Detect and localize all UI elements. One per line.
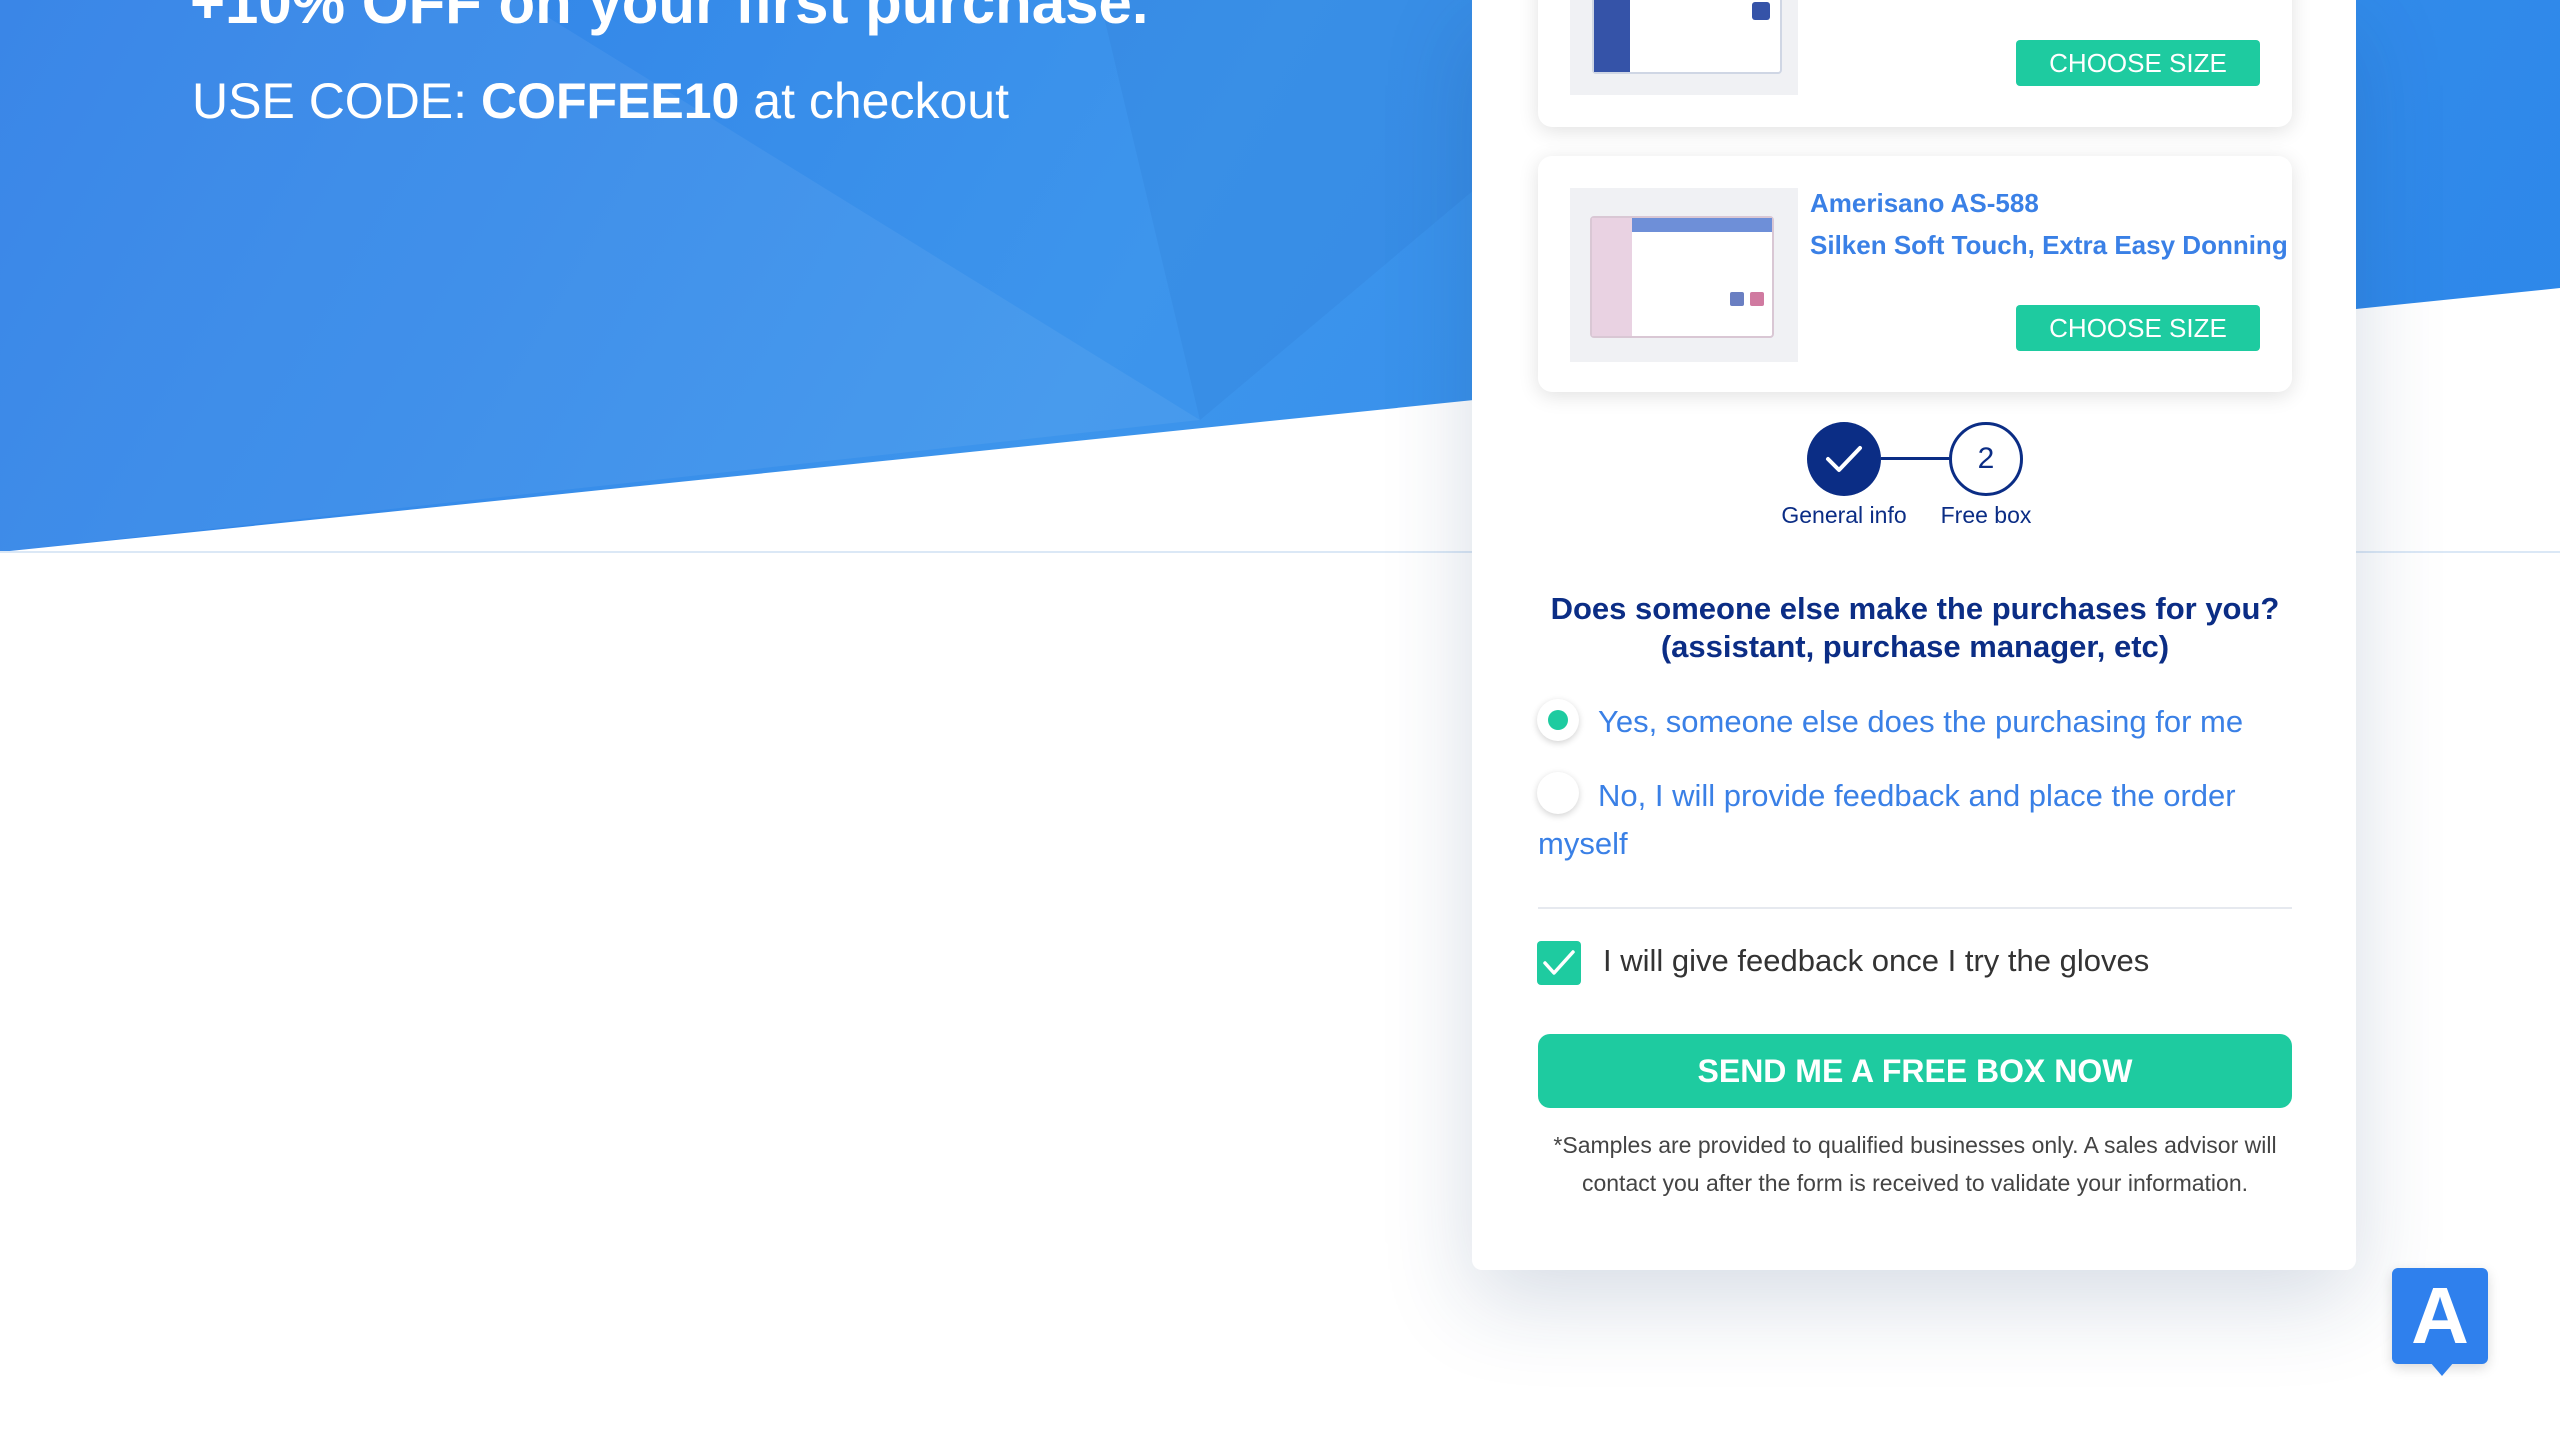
product-image	[1570, 0, 1798, 95]
chat-widget-tail	[2430, 1362, 2454, 1376]
product-name[interactable]: Amerisano AS-588	[1810, 188, 2039, 219]
step-free-box: 2	[1949, 422, 2023, 496]
radio-yes-label[interactable]: Yes, someone else does the purchasing fo…	[1598, 698, 2243, 746]
product-card: CHOOSE SIZE	[1538, 0, 2292, 127]
step-label: Free box	[1940, 502, 2032, 528]
step-label: General info	[1781, 502, 1907, 528]
question-line: (assistant, purchase manager, etc)	[1660, 629, 2170, 664]
product-description[interactable]: Silken Soft Touch, Extra Easy Donning	[1810, 230, 2288, 261]
radio-yes[interactable]	[1537, 699, 1579, 741]
product-image	[1570, 188, 1798, 362]
radio-no-label[interactable]: No, I will provide feedback and place th…	[1538, 772, 2318, 868]
glove-box-graphic	[1590, 216, 1774, 338]
choose-size-button[interactable]: CHOOSE SIZE	[2016, 305, 2260, 351]
checkmark-icon	[1543, 950, 1575, 975]
send-free-box-button[interactable]: SEND ME A FREE BOX NOW	[1538, 1034, 2292, 1108]
product-card: Amerisano AS-588 Silken Soft Touch, Extr…	[1538, 156, 2292, 392]
feedback-checkbox-label[interactable]: I will give feedback once I try the glov…	[1603, 943, 2149, 979]
promo-headline: +10% OFF on your first purchase.	[190, 0, 1149, 36]
glove-box-graphic	[1592, 0, 1782, 74]
checkmark-icon	[1826, 446, 1862, 472]
step-general-info	[1807, 422, 1881, 496]
choose-size-button[interactable]: CHOOSE SIZE	[2016, 40, 2260, 86]
radio-selected-dot	[1548, 710, 1568, 730]
chat-widget-button[interactable]: A	[2392, 1268, 2488, 1364]
promo-code: COFFEE10	[480, 73, 740, 129]
stepper-connector	[1881, 457, 1949, 460]
question-line: Does someone else make the purchases for…	[1550, 591, 2280, 626]
form-separator	[1538, 907, 2292, 909]
promo-code-prefix: USE CODE:	[192, 73, 468, 129]
samples-disclaimer: *Samples are provided to qualified busin…	[1553, 1132, 2277, 1196]
purchase-question: Does someone else make the purchases for…	[1538, 590, 2292, 666]
chat-widget-letter: A	[2411, 1271, 2469, 1360]
feedback-checkbox[interactable]	[1537, 941, 1581, 985]
step-number: 2	[1977, 442, 1995, 475]
promo-code-suffix: at checkout	[753, 73, 1009, 129]
promo-code-line: USE CODE: COFFEE10 at checkout	[192, 72, 1009, 130]
